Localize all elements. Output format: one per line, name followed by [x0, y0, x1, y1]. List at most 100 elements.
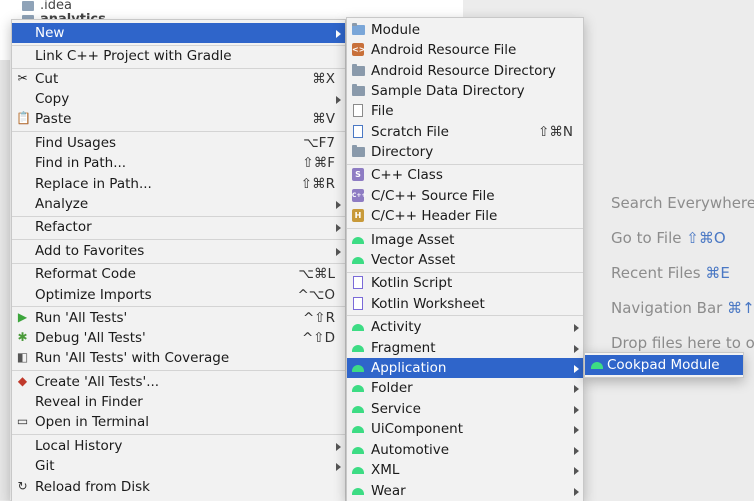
tool-window-strip [0, 60, 10, 500]
separator [12, 434, 345, 435]
menu-item-new[interactable]: New [12, 23, 345, 43]
android-icon [352, 425, 364, 433]
scratch-file-icon [353, 125, 363, 138]
menu-item-open-in-terminal[interactable]: ▭ Open in Terminal [12, 412, 345, 432]
coverage-icon: ◧ [16, 350, 29, 364]
submenu-item-file[interactable]: File [347, 101, 583, 121]
submenu-item-android-resource-directory[interactable]: Android Resource Directory [347, 61, 583, 81]
android-icon [591, 361, 603, 369]
kotlin-script-icon [353, 276, 363, 289]
menu-item-git[interactable]: Git [12, 456, 345, 476]
chevron-right-icon [574, 467, 579, 475]
context-menu: New Link C++ Project with Gradle ✂ Cut ⌘X … [11, 19, 346, 501]
android-resource-file-icon: <> [352, 43, 366, 56]
cpp-source-icon: C++ [352, 189, 366, 202]
hint-drop-files: Drop files here to o [611, 334, 754, 352]
chevron-right-icon [574, 488, 579, 496]
android-icon [352, 344, 364, 352]
menu-item-run-all-tests[interactable]: ▶ Run 'All Tests' ^⇧R [12, 308, 345, 328]
clipboard-icon: 📋 [16, 111, 31, 125]
file-icon [353, 104, 363, 117]
menu-item-paste[interactable]: 📋 Paste ⌘V [12, 109, 345, 129]
menu-item-analyze[interactable]: Analyze [12, 194, 345, 214]
submenu-item-folder[interactable]: Folder [347, 378, 583, 398]
menu-item-local-history[interactable]: Local History [12, 436, 345, 456]
submenu-item-scratch-file[interactable]: Scratch File ⇧⌘N [347, 122, 583, 142]
menu-item-run-with-coverage[interactable]: ◧ Run 'All Tests' with Coverage [12, 348, 345, 368]
chevron-right-icon [336, 96, 341, 104]
submenu-item-vector-asset[interactable]: Vector Asset [347, 250, 583, 270]
submenu-item-automotive[interactable]: Automotive [347, 440, 583, 460]
submenu-item-fragment[interactable]: Fragment [347, 338, 583, 358]
menu-item-reload-from-disk[interactable]: ↻ Reload from Disk [12, 477, 345, 497]
submenu-item-sample-data-directory[interactable]: Sample Data Directory [347, 81, 583, 101]
bug-icon: ✱ [17, 330, 28, 344]
menu-item-replace-in-path[interactable]: Replace in Path... ⇧⌘R [12, 174, 345, 194]
android-icon [352, 405, 364, 413]
hint-recent-files: Recent Files ⌘E [611, 264, 730, 282]
submenu-item-android-resource-file[interactable]: <> Android Resource File [347, 40, 583, 60]
submenu-item-wear[interactable]: Wear [347, 481, 583, 501]
terminal-icon: ▭ [16, 414, 29, 428]
submenu-item-cpp-class[interactable]: S C++ Class [347, 165, 583, 185]
run-icon: ▶ [17, 310, 28, 324]
scissors-icon: ✂ [17, 71, 28, 85]
menu-item-add-to-favorites[interactable]: Add to Favorites [12, 241, 345, 261]
chevron-right-icon [336, 463, 341, 471]
menu-item-reveal-in-finder[interactable]: Reveal in Finder [12, 392, 345, 412]
separator [347, 315, 583, 316]
submenu-item-activity[interactable]: Activity [347, 317, 583, 337]
separator [347, 228, 583, 229]
android-icon [352, 323, 364, 331]
hint-navigation-bar: Navigation Bar ⌘↑ [611, 299, 754, 317]
submenu-item-image-asset[interactable]: Image Asset [347, 230, 583, 250]
separator [12, 131, 345, 132]
menu-item-link-cpp[interactable]: Link C++ Project with Gradle [12, 46, 345, 66]
tree-row-idea[interactable]: .idea [22, 0, 72, 13]
submenu-item-service[interactable]: Service [347, 399, 583, 419]
new-submenu: Module <> Android Resource File Android R… [346, 17, 584, 501]
chevron-right-icon [336, 30, 341, 38]
android-icon [352, 446, 364, 454]
separator [12, 306, 345, 307]
menu-item-optimize-imports[interactable]: Optimize Imports ^⌥O [12, 285, 345, 305]
chevron-right-icon [574, 385, 579, 393]
chevron-right-icon [336, 248, 341, 256]
menu-item-debug-all-tests[interactable]: ✱ Debug 'All Tests' ^⇧D [12, 328, 345, 348]
submenu-item-module[interactable]: Module [347, 20, 583, 40]
submenu-item-kotlin-script[interactable]: Kotlin Script [347, 273, 583, 293]
android-icon [352, 236, 364, 244]
submenu-item-cookpad-module[interactable]: Cookpad Module [585, 355, 743, 375]
folder-icon [352, 84, 365, 96]
submenu-item-kotlin-worksheet[interactable]: Kotlin Worksheet [347, 294, 583, 314]
menu-item-copy[interactable]: Copy [12, 89, 345, 109]
submenu-item-cpp-source[interactable]: C++ C/C++ Source File [347, 186, 583, 206]
menu-item-refactor[interactable]: Refactor [12, 217, 345, 237]
chevron-right-icon [574, 324, 579, 332]
separator [12, 370, 345, 371]
chevron-right-icon [336, 224, 341, 232]
submenu-item-uicomponent[interactable]: UiComponent [347, 419, 583, 439]
chevron-right-icon [574, 406, 579, 414]
chevron-right-icon [574, 345, 579, 353]
folder-icon [352, 145, 365, 157]
submenu-item-cpp-header[interactable]: H C/C++ Header File [347, 206, 583, 226]
chevron-right-icon [574, 426, 579, 434]
chevron-right-icon [574, 447, 579, 455]
chevron-right-icon [336, 443, 341, 451]
menu-item-find-in-path[interactable]: Find in Path... ⇧⌘F [12, 153, 345, 173]
hint-search-everywhere: Search Everywhere [611, 194, 754, 212]
android-icon [352, 466, 364, 474]
folder-icon [22, 0, 34, 11]
chevron-right-icon [336, 201, 341, 209]
hint-go-to-file: Go to File ⇧⌘O [611, 229, 726, 247]
android-icon [352, 256, 364, 264]
menu-item-find-usages[interactable]: Find Usages ⌥F7 [12, 133, 345, 153]
submenu-item-directory[interactable]: Directory [347, 142, 583, 162]
menu-item-cut[interactable]: ✂ Cut ⌘X [12, 69, 345, 89]
submenu-item-application[interactable]: Application [347, 358, 583, 378]
menu-item-reformat-code[interactable]: Reformat Code ⌥⌘L [12, 264, 345, 284]
separator [12, 239, 345, 240]
menu-item-create-tests[interactable]: ◆ Create 'All Tests'... [12, 372, 345, 392]
submenu-item-xml[interactable]: XML [347, 460, 583, 480]
